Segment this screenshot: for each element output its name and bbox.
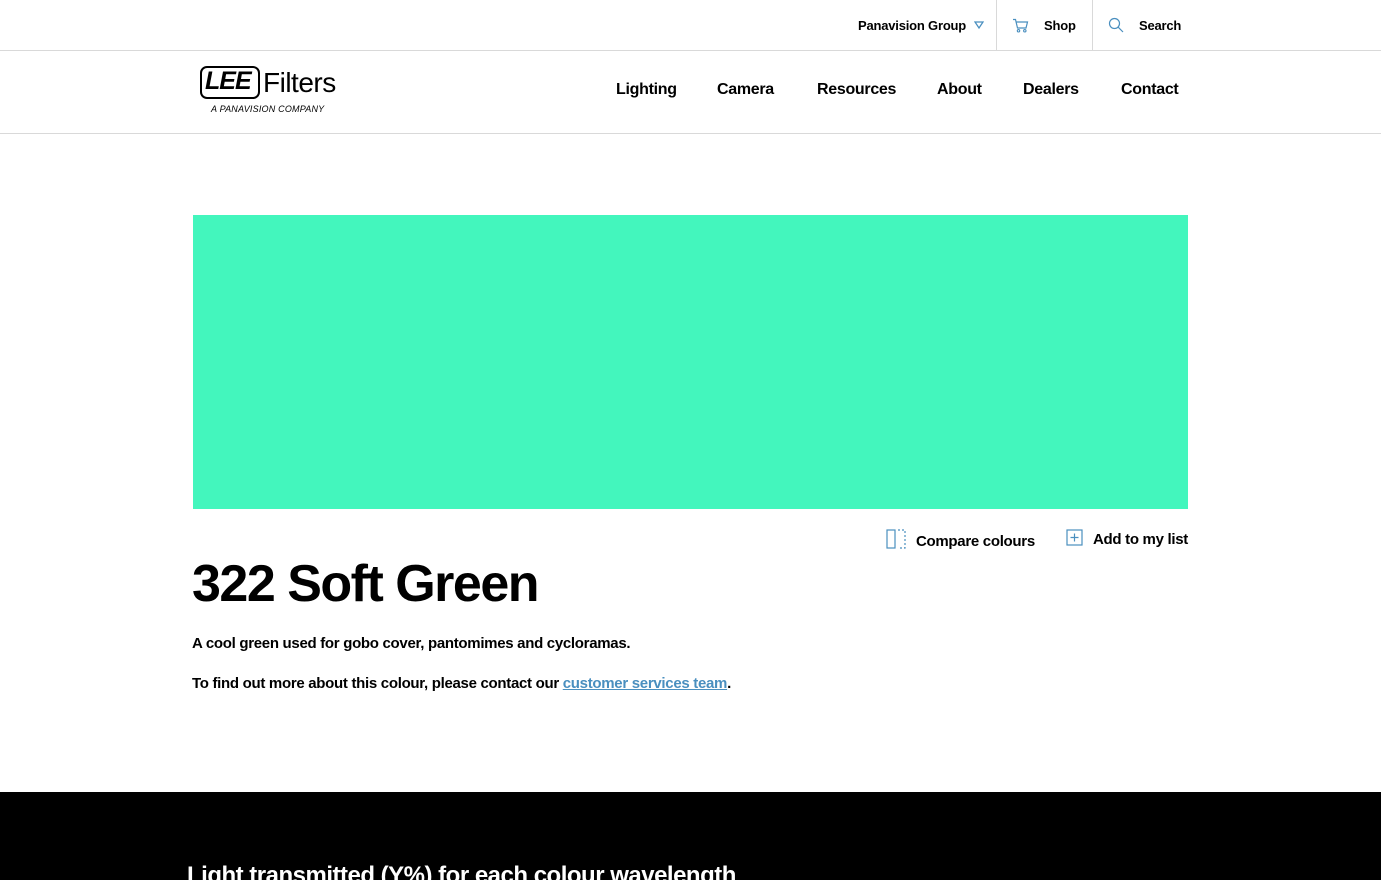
contact-text: To find out more about this colour, plea… xyxy=(192,675,731,692)
search-label: Search xyxy=(1139,17,1182,33)
divider xyxy=(1092,0,1093,50)
nav-lighting[interactable]: Lighting xyxy=(616,81,677,99)
compare-colours-button[interactable]: Compare colours xyxy=(886,529,1035,553)
panavision-group-dropdown[interactable]: Panavision Group xyxy=(858,0,996,50)
colour-swatch xyxy=(193,215,1188,509)
nav-resources[interactable]: Resources xyxy=(817,81,896,99)
panavision-group-label: Panavision Group xyxy=(858,17,967,33)
logo-filters-text: Filters xyxy=(263,67,336,98)
main-header: LEE Filters A PANAVISION COMPANY Lightin… xyxy=(0,51,1381,134)
nav-dealers[interactable]: Dealers xyxy=(1023,81,1079,99)
transmission-section: Light transmitted (Y%) for each colour w… xyxy=(0,792,1381,880)
utility-bar: Panavision Group Shop Search xyxy=(0,0,1381,51)
page-title: 322 Soft Green xyxy=(192,555,540,613)
contact-prefix: To find out more about this colour, plea… xyxy=(192,675,563,692)
lee-filters-logo[interactable]: LEE Filters A PANAVISION COMPANY xyxy=(200,66,350,116)
logo-subtitle: A PANAVISION COMPANY xyxy=(211,104,325,114)
logo-lee-text: LEE xyxy=(205,67,252,95)
cart-icon xyxy=(1012,18,1029,33)
compare-icon xyxy=(886,529,916,553)
contact-suffix: . xyxy=(727,675,731,692)
product-description: A cool green used for gobo cover, pantom… xyxy=(192,635,631,652)
nav-about[interactable]: About xyxy=(937,81,982,99)
nav-camera[interactable]: Camera xyxy=(717,81,774,99)
compare-colours-label: Compare colours xyxy=(916,532,1035,550)
search-icon xyxy=(1108,17,1124,33)
transmission-heading: Light transmitted (Y%) for each colour w… xyxy=(187,862,736,880)
divider xyxy=(996,0,997,50)
customer-services-link[interactable]: customer services team xyxy=(563,675,728,692)
search-button[interactable]: Search xyxy=(1108,0,1181,50)
plus-square-icon xyxy=(1066,529,1093,550)
add-to-list-label: Add to my list xyxy=(1093,531,1188,548)
shop-link[interactable]: Shop xyxy=(1012,0,1076,50)
chevron-down-icon xyxy=(974,20,985,30)
nav-contact[interactable]: Contact xyxy=(1121,81,1179,99)
shop-label: Shop xyxy=(1044,17,1076,33)
add-to-list-button[interactable]: Add to my list xyxy=(1066,529,1188,550)
